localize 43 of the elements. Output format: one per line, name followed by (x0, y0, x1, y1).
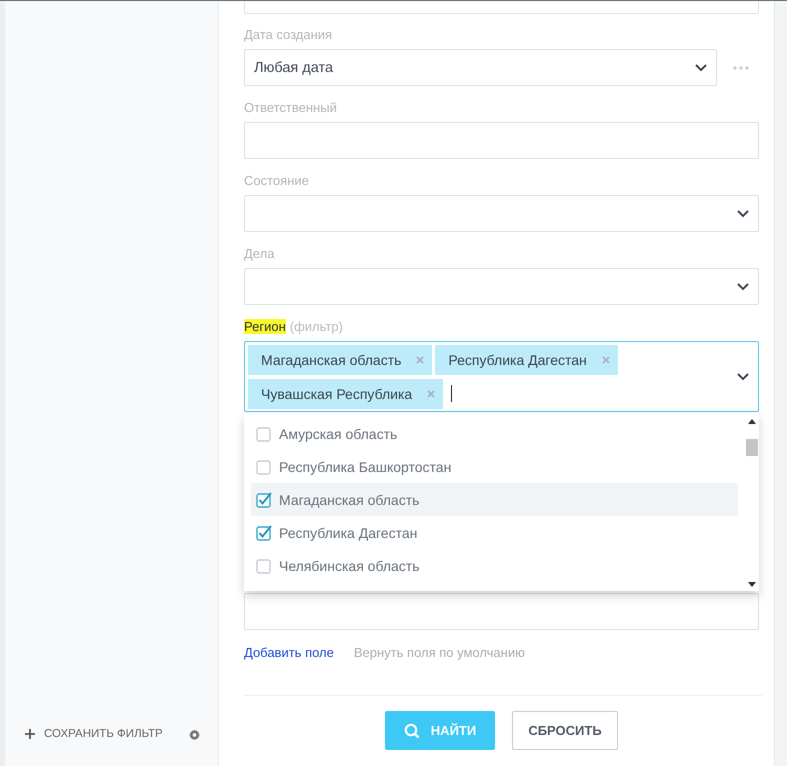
remove-icon[interactable] (427, 390, 436, 398)
select-field[interactable] (244, 268, 759, 305)
save-filter-button[interactable]: СОХРАНИТЬ ФИЛЬТР (25, 728, 163, 740)
more-icon[interactable] (733, 66, 749, 70)
checkbox[interactable] (256, 458, 272, 474)
dropdown-option[interactable]: Челябинская область (251, 549, 738, 582)
checkbox[interactable] (256, 492, 272, 508)
remove-icon[interactable] (602, 356, 610, 364)
input-field[interactable] (244, 122, 759, 159)
dropdown-option[interactable]: Республика Дагестан (251, 516, 738, 549)
plus-icon (25, 729, 35, 739)
chevron-down-icon (737, 372, 749, 380)
chevron-down-icon (737, 210, 749, 218)
remove-icon[interactable] (416, 356, 424, 364)
dropdown-option[interactable]: Магаданская область (251, 483, 738, 516)
checkbox[interactable] (256, 558, 272, 574)
select-field[interactable]: Любая дата (244, 49, 717, 86)
dropdown-option[interactable]: Республика Башкортостан (251, 450, 738, 483)
checkbox[interactable] (256, 426, 272, 442)
input-field[interactable] (244, 593, 759, 630)
field-label: Дата создания (244, 27, 334, 44)
dropdown-option[interactable]: Амурская область (251, 417, 738, 450)
scroll-down-icon[interactable] (748, 582, 756, 587)
input-field[interactable] (244, 1, 759, 14)
tag-label: Магаданская область (261, 352, 402, 368)
field-label: Регион (244, 319, 286, 334)
tag-label: Республика Дагестан (448, 352, 587, 368)
scrollbar-thumb[interactable] (746, 439, 758, 456)
field-hint: (фильтр) (290, 319, 343, 334)
checkbox[interactable] (256, 524, 272, 540)
settings-icon[interactable] (189, 728, 200, 740)
text-cursor (451, 385, 452, 402)
field-label: Состояние (244, 173, 310, 190)
chevron-down-icon (737, 282, 749, 290)
tag-label: Чувашская Республика (261, 386, 412, 402)
search-icon (404, 722, 420, 738)
field-label: Дела (244, 246, 276, 263)
scroll-up-icon[interactable] (748, 419, 756, 424)
reset-button[interactable]: СБРОСИТЬ (512, 711, 618, 750)
select-field[interactable] (244, 195, 759, 232)
add-field-link[interactable]: Добавить поле (244, 645, 334, 660)
chevron-down-icon (695, 64, 707, 72)
field-label: Ответственный (244, 100, 338, 117)
